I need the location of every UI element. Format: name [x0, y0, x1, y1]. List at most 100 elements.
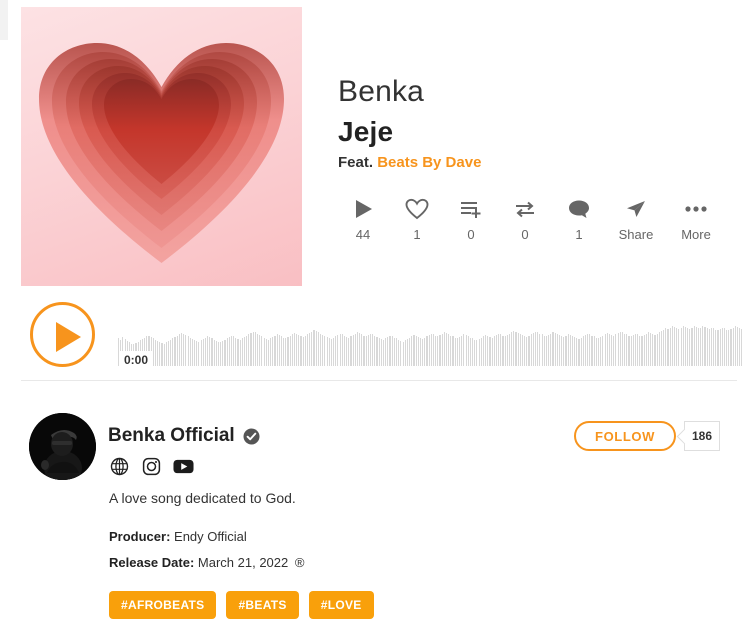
- waveform-bar: [250, 333, 252, 366]
- waveform-bar: [196, 340, 198, 366]
- waveform-bar: [267, 339, 269, 366]
- waveform-bar: [530, 334, 532, 366]
- waveform-bar: [535, 331, 537, 366]
- waveform-bar: [667, 329, 669, 366]
- track-artwork[interactable]: [21, 7, 302, 286]
- waveform-seekbar[interactable]: [118, 300, 742, 366]
- waveform-bar: [298, 334, 300, 366]
- waveform-bar: [163, 343, 165, 366]
- play-button[interactable]: [30, 302, 95, 367]
- waveform-bar: [591, 335, 593, 366]
- waveform-bar: [619, 331, 621, 366]
- more-action[interactable]: More: [666, 196, 726, 242]
- waveform-bar: [189, 337, 191, 366]
- waveform-bar: [556, 334, 558, 366]
- waveform-bar: [613, 335, 615, 366]
- waveform-bar: [550, 333, 552, 366]
- waveform-bar: [641, 336, 643, 366]
- producer-label: Producer:: [109, 529, 171, 544]
- waveform-bar: [719, 329, 721, 366]
- more-label: More: [681, 227, 711, 242]
- producer-value: Endy Official: [174, 529, 247, 544]
- waveform-bar: [187, 336, 189, 366]
- waveform-bar: [330, 338, 332, 366]
- waveform-bar: [441, 333, 443, 366]
- waveform-bar: [491, 337, 493, 366]
- track-title: Jeje: [338, 116, 394, 147]
- waveform-bar: [710, 327, 713, 366]
- track-artist-name[interactable]: Benka: [338, 74, 738, 110]
- share-action[interactable]: Share: [606, 196, 666, 242]
- waveform-bar: [254, 332, 256, 366]
- waveform-bar: [326, 336, 328, 366]
- waveform-bar: [352, 334, 354, 366]
- waveform-bar: [713, 328, 715, 366]
- artist-name-link[interactable]: Benka Official: [108, 425, 235, 447]
- youtube-icon[interactable]: [173, 456, 194, 477]
- waveform-bar: [237, 338, 239, 366]
- waveform-bar: [424, 337, 426, 366]
- waveform-bar: [658, 332, 660, 366]
- waveform-bar: [554, 333, 556, 366]
- waveform-bar: [493, 336, 495, 366]
- waveform-bar: [361, 334, 363, 366]
- waveform-bar: [159, 342, 161, 366]
- verified-badge-icon: [243, 428, 260, 445]
- waveform-bar: [454, 337, 456, 366]
- waveform-bar: [500, 334, 502, 366]
- waveform-bar: [378, 337, 380, 366]
- waveform-bar: [180, 333, 183, 366]
- tag-chip[interactable]: #BEATS: [226, 591, 299, 619]
- track-actions: 44 1 0 0 1 Share More: [336, 196, 726, 242]
- waveform-bar: [300, 336, 302, 366]
- artist-avatar[interactable]: [29, 413, 96, 480]
- globe-icon[interactable]: [109, 456, 130, 477]
- waveform-bar: [335, 336, 337, 366]
- waveform-bar: [233, 336, 235, 366]
- waveform-bar: [558, 334, 561, 366]
- waveform-bar: [552, 332, 554, 366]
- waveform-bar: [211, 338, 213, 366]
- waveform-bar: [728, 330, 730, 366]
- waveform-bar: [387, 336, 389, 366]
- waveform-bar: [715, 329, 717, 366]
- waveform-bar: [717, 330, 719, 366]
- waveform-bar: [647, 332, 650, 366]
- waveform-bar: [382, 339, 385, 366]
- artist-social-links: [109, 456, 194, 477]
- waveform-bar: [207, 336, 209, 366]
- waveform-bar: [333, 337, 335, 366]
- waveform-bar: [508, 333, 511, 366]
- follow-button[interactable]: FOLLOW: [574, 421, 676, 451]
- waveform-bar: [285, 338, 287, 366]
- waveform-bar: [595, 337, 597, 366]
- likes-action[interactable]: 1: [390, 196, 444, 242]
- waveform-bar: [174, 336, 176, 366]
- follower-count-badge: 186: [684, 421, 720, 451]
- tag-chip[interactable]: #AFROBEATS: [109, 591, 217, 619]
- waveform-bar: [593, 336, 595, 366]
- track-featuring: Feat. Beats By Dave: [338, 154, 738, 171]
- likes-count: 1: [413, 227, 421, 242]
- waveform-bar: [541, 334, 543, 366]
- comment-action[interactable]: 1: [552, 196, 606, 242]
- waveform-bar: [602, 335, 604, 366]
- plays-action[interactable]: 44: [336, 196, 390, 242]
- waveform-bar: [339, 333, 341, 366]
- waveform-bar: [615, 334, 617, 366]
- repost-action[interactable]: 0: [498, 196, 552, 242]
- rights-mark-icon: ®: [294, 555, 305, 570]
- featuring-artist-link[interactable]: Beats By Dave: [377, 154, 481, 171]
- instagram-icon[interactable]: [141, 456, 162, 477]
- waveform-bar: [504, 336, 506, 366]
- waveform-bar: [204, 337, 206, 366]
- waveform-bar: [684, 327, 686, 366]
- add-to-playlist-action[interactable]: 0: [444, 196, 498, 242]
- tag-chip[interactable]: #LOVE: [308, 591, 374, 619]
- waveform-bar: [328, 338, 330, 366]
- waveform-bar: [537, 332, 539, 366]
- waveform-bar: [489, 336, 491, 366]
- waveform-bar: [611, 334, 613, 366]
- waveform-bar: [265, 338, 267, 366]
- waveform-bar: [606, 333, 608, 366]
